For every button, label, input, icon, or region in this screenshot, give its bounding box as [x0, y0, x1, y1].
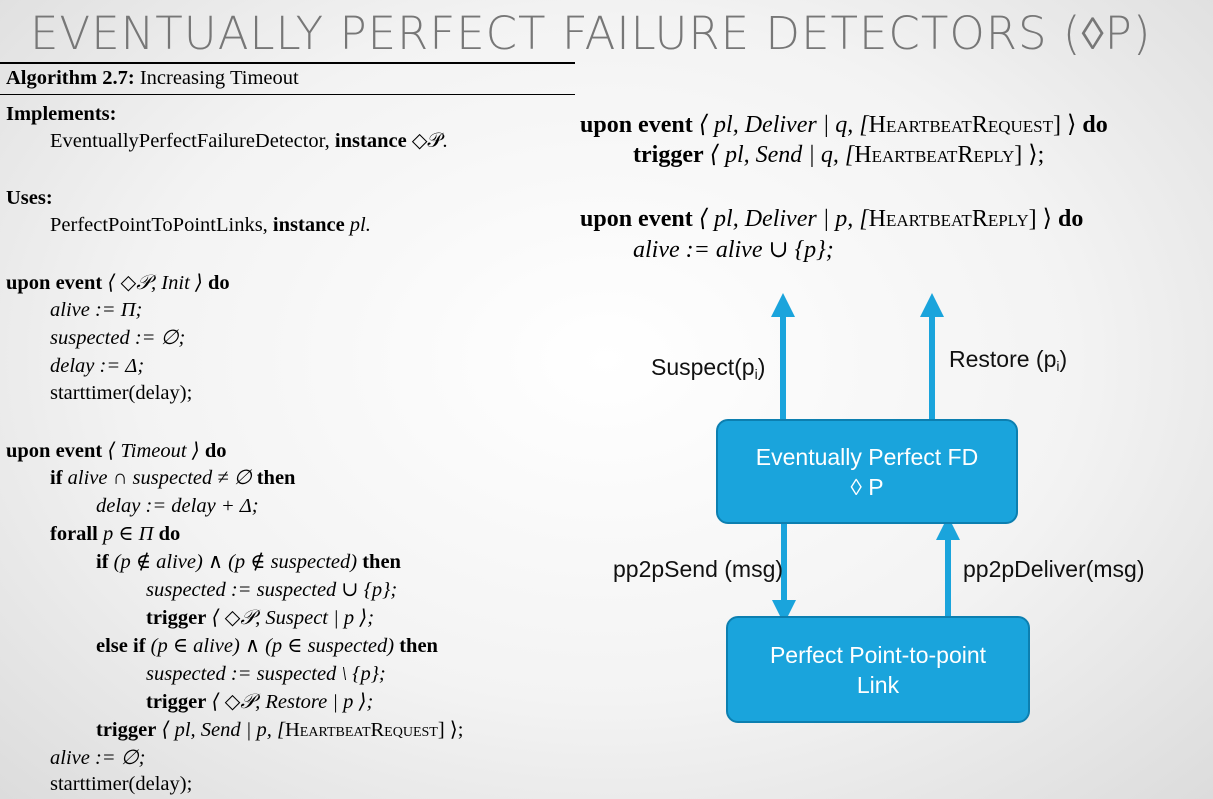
pp2pdeliver-label: pp2pDeliver(msg): [963, 556, 1145, 582]
eventually-perfect-fd-box: Eventually Perfect FD ◊ P: [716, 419, 1018, 524]
suspect-label-close: ): [757, 354, 766, 380]
restore-label-text: Restore (p: [949, 346, 1057, 372]
link-box-line2: Link: [856, 671, 900, 698]
suspect-label-text: Suspect(p: [651, 354, 755, 380]
perfect-p2p-link-box: Perfect Point-to-point Link: [726, 616, 1030, 723]
pp2psend-label: pp2pSend (msg): [613, 556, 784, 582]
link-box-line1: Perfect Point-to-point: [769, 641, 987, 668]
restore-label: Restore (pi): [949, 345, 1067, 380]
fd-box-line1: Eventually Perfect FD: [755, 443, 979, 470]
diagram-arrows: [771, 293, 960, 624]
suspect-label: Suspect(pi): [651, 353, 765, 388]
restore-label-close: ): [1059, 346, 1068, 372]
fd-box-line2: ◊ P: [850, 473, 884, 500]
